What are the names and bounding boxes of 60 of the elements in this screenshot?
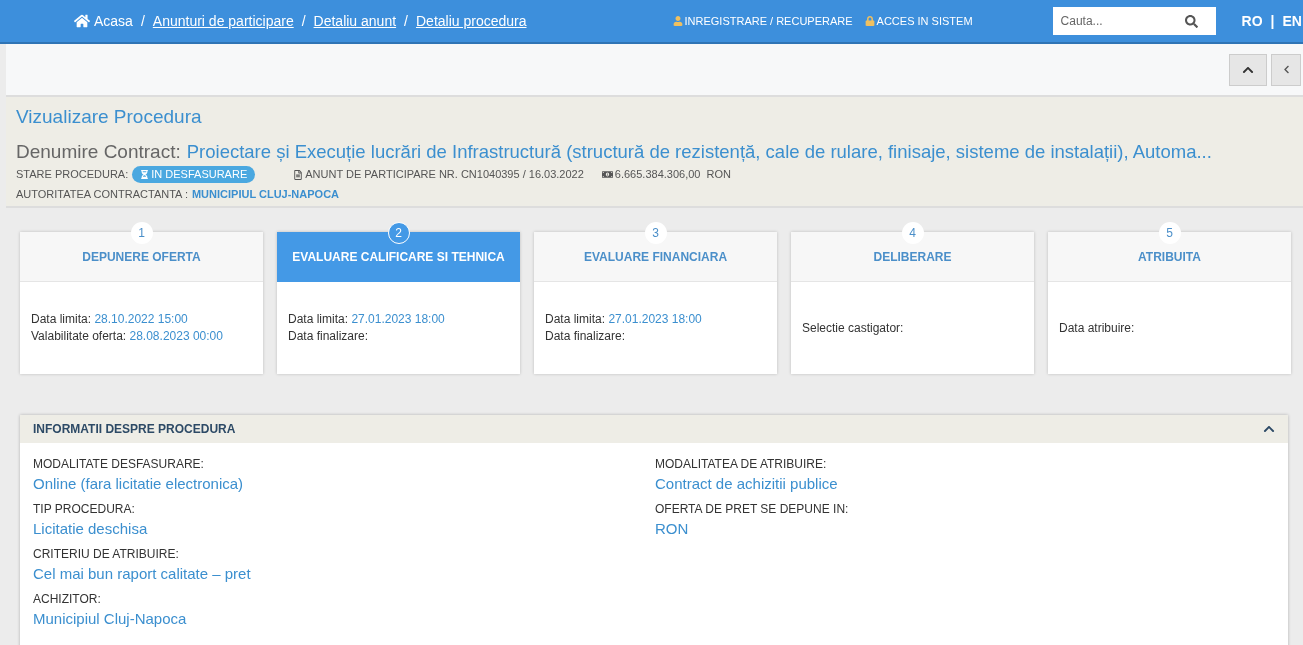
language-link[interactable]: EN — [1282, 10, 1302, 32]
field-label: ACHIZITOR: — [33, 591, 102, 608]
header-link[interactable]: INREGISTRARE / RECUPERARE — [672, 12, 853, 30]
field-value: Cel mai bun raport calitate – pret — [33, 564, 252, 584]
step-field: Data atribuire: — [1059, 319, 1280, 337]
breadcrumb-separator: / — [301, 11, 306, 31]
field-value: Contract de achizitii publice — [655, 474, 839, 494]
chevron-left-icon — [1281, 65, 1291, 74]
document-icon — [293, 169, 304, 180]
field-label: MODALITATE DESFASURARE: — [33, 456, 205, 473]
header-link[interactable]: ACCES IN SISTEM — [864, 12, 973, 30]
step-number: 1 — [130, 222, 153, 244]
collapse-button[interactable] — [1229, 53, 1267, 86]
field-label: CRITERIU DE ATRIBUIRE: — [33, 546, 180, 563]
step-number: 2 — [387, 222, 410, 244]
hourglass-icon — [140, 170, 150, 179]
step-field: Data limita: 27.01.2023 18:00 — [288, 311, 509, 328]
breadcrumb-link[interactable]: Detaliu procedura — [416, 10, 527, 32]
field-value: RON — [655, 519, 690, 539]
breadcrumb-separator: / — [140, 11, 145, 31]
breadcrumb-separator: / — [404, 11, 408, 31]
field-label: OFERTA DE PRET SE DEPUNE IN: — [655, 501, 850, 518]
language-separator: | — [1270, 11, 1275, 31]
notice-number: ANUNT DE PARTICIPARE NR. CN1040395 / 16.03.2022 — [305, 167, 584, 183]
step-number: 5 — [1158, 222, 1181, 244]
contract-label: Denumire Contract: — [16, 139, 181, 164]
search-field[interactable]: Cauta... — [1052, 7, 1216, 35]
chevron-up-icon — [1263, 423, 1275, 435]
status-label: STARE PROCEDURA: — [16, 167, 129, 183]
breadcrumb-link[interactable]: Detaliu anunt — [313, 10, 397, 32]
search-icon — [1184, 15, 1198, 28]
status-badge: IN DESFASURARE — [132, 166, 256, 183]
language-link[interactable]: RO — [1241, 10, 1263, 32]
lock-icon — [864, 16, 875, 26]
field-value: Licitatie deschisa — [33, 519, 149, 539]
step-field: Data finalizare: — [545, 328, 766, 345]
authority-label: AUTORITATEA CONTRACTANTA : — [16, 186, 188, 202]
panel-title: INFORMATII DESPRE PROCEDURA — [33, 421, 236, 438]
step-number: 4 — [901, 222, 924, 244]
step-field: Data limita: 28.10.2022 15:00 — [31, 311, 252, 328]
step-number: 3 — [644, 222, 667, 244]
contract-name: Proiectare și Execuție lucrări de Infrastructură (structură de rezistență, cale de rulare, finisaje, sisteme de instalații), Automa... — [186, 139, 1212, 164]
money-icon — [601, 169, 613, 180]
home-link[interactable]: Acasa — [74, 10, 133, 32]
step-field: Data limita: 27.01.2023 18:00 — [545, 311, 766, 328]
step-field: Selectie castigator: — [802, 319, 1023, 337]
user-icon — [672, 16, 683, 26]
authority-link[interactable]: MUNICIPIUL CLUJ-NAPOCA — [191, 185, 340, 202]
home-icon — [74, 13, 90, 29]
breadcrumb-link[interactable]: Anunturi de participare — [152, 10, 294, 32]
step-field: Valabilitate oferta: 28.08.2023 00:00 — [31, 328, 252, 345]
estimated-value: 6.665.384.306,00 — [614, 167, 701, 183]
field-label: MODALITATEA DE ATRIBUIRE: — [655, 456, 828, 473]
currency: RON — [706, 167, 731, 183]
field-label: TIP PROCEDURA: — [33, 501, 136, 518]
page-title: Vizualizare Procedura — [16, 105, 203, 129]
step-field: Data finalizare: — [288, 328, 509, 345]
collapse-toggle[interactable] — [1263, 423, 1275, 435]
field-value: Municipiul Cluj-Napoca — [33, 609, 188, 629]
field-value: Online (fara licitatie electronica) — [33, 474, 245, 494]
